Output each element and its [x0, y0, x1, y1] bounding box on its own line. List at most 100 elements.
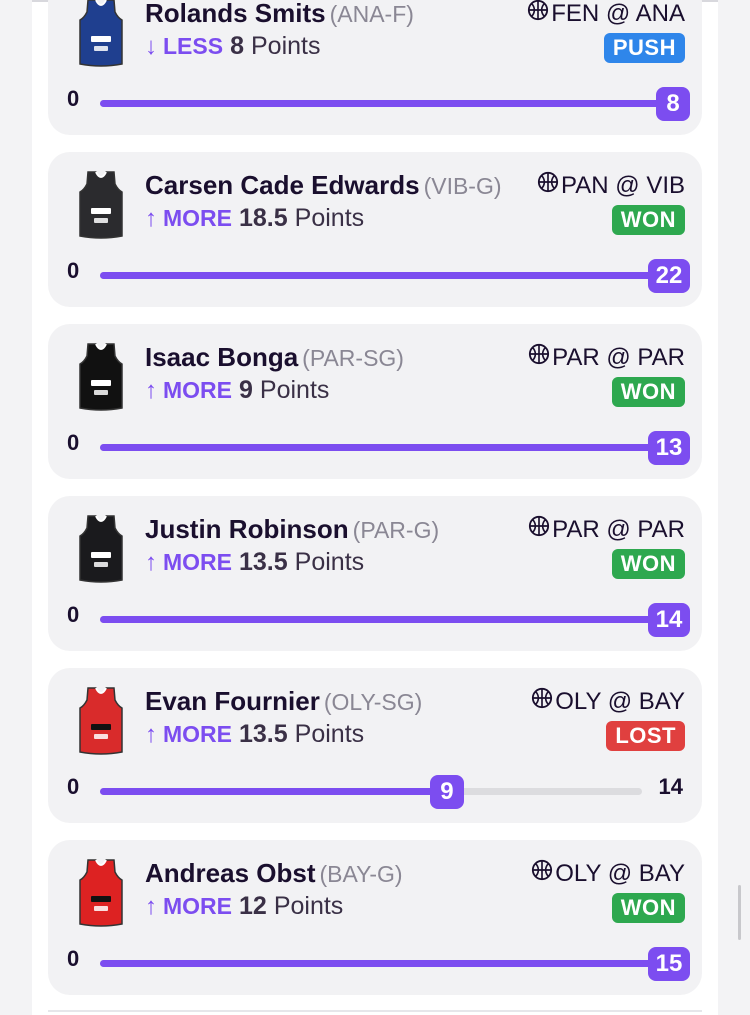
player-line: Andreas Obst (BAY-G) — [145, 858, 403, 889]
bar-min-label: 0 — [67, 258, 80, 283]
status-badge: LOST — [606, 721, 685, 751]
team-position: (BAY-G) — [319, 861, 403, 887]
progress-fill — [100, 960, 686, 967]
status-badge: WON — [611, 205, 685, 235]
stat-label: Points — [259, 376, 330, 404]
progress-track — [100, 788, 642, 795]
result-marker: 14 — [648, 603, 690, 637]
pick-line: ↓ LESS 8 Points — [145, 32, 320, 61]
basketball-icon — [527, 0, 551, 28]
player-line: Justin Robinson (PAR-G) — [145, 514, 439, 545]
team-position: (VIB-G) — [423, 173, 502, 199]
progress-fill — [100, 444, 686, 451]
line-value: 8 — [230, 32, 244, 60]
line-value: 9 — [239, 376, 253, 404]
matchup-label: FEN @ ANA — [551, 0, 685, 27]
line-value: 13.5 — [239, 720, 288, 748]
progress-fill — [100, 616, 686, 623]
scrollbar[interactable] — [738, 885, 741, 940]
pick-line: ↑ MORE 18.5 Points — [145, 204, 364, 233]
pick-card[interactable]: Isaac Bonga (PAR-SG) ↑ MORE 9 Points PAR … — [48, 324, 702, 479]
arrow-up-icon: ↑ — [145, 376, 157, 404]
progress-fill — [100, 100, 686, 107]
progress-track — [100, 444, 686, 451]
result-marker: 13 — [648, 431, 690, 465]
direction-label: MORE — [163, 893, 232, 919]
team-position: (PAR-SG) — [302, 345, 404, 371]
pick-card[interactable]: Evan Fournier (OLY-SG) ↑ MORE 13.5 Points… — [48, 668, 702, 823]
arrow-up-icon: ↑ — [145, 892, 157, 920]
result-marker: 22 — [648, 259, 690, 293]
player-line: Carsen Cade Edwards (VIB-G) — [145, 170, 502, 201]
pick-line: ↑ MORE 12 Points — [145, 892, 343, 921]
direction-label: MORE — [163, 205, 232, 231]
progress-fill — [100, 788, 447, 795]
direction-label: LESS — [163, 33, 224, 59]
stat-label: Points — [250, 32, 321, 60]
progress-fill — [100, 272, 686, 279]
basketball-icon — [531, 859, 555, 888]
bottom-divider — [48, 1010, 702, 1012]
pick-card[interactable]: Carsen Cade Edwards (VIB-G) ↑ MORE 18.5 P… — [48, 152, 702, 307]
player-name: Justin Robinson — [145, 514, 349, 544]
team-position: (PAR-G) — [352, 517, 440, 543]
result-marker: 9 — [429, 775, 464, 809]
arrow-up-icon: ↑ — [145, 720, 157, 748]
bar-min-label: 0 — [67, 430, 80, 455]
matchup-label: PAR @ PAR — [552, 515, 685, 543]
matchup: PAN @ VIB — [537, 171, 685, 200]
jersey-icon — [76, 858, 126, 928]
stat-label: Points — [294, 548, 365, 576]
basketball-icon — [537, 171, 561, 200]
progress-track — [100, 272, 686, 279]
stat-label: Points — [294, 204, 365, 232]
pick-line: ↑ MORE 13.5 Points — [145, 548, 364, 577]
pick-card[interactable]: Justin Robinson (PAR-G) ↑ MORE 13.5 Point… — [48, 496, 702, 651]
player-name: Rolands Smits — [145, 0, 326, 28]
jersey-icon — [76, 514, 126, 584]
pick-card[interactable]: Rolands Smits (ANA-F) ↓ LESS 8 Points FEN… — [48, 0, 702, 135]
matchup: OLY @ BAY — [531, 859, 685, 888]
status-badge: WON — [611, 549, 685, 579]
status-badge: PUSH — [603, 33, 685, 63]
arrow-up-icon: ↑ — [145, 548, 157, 576]
player-line: Evan Fournier (OLY-SG) — [145, 686, 422, 717]
bar-min-label: 0 — [67, 946, 80, 971]
arrow-down-icon: ↓ — [145, 32, 157, 60]
pick-line: ↑ MORE 9 Points — [145, 376, 329, 405]
stat-label: Points — [294, 720, 365, 748]
player-name: Evan Fournier — [145, 686, 320, 716]
team-position: (OLY-SG) — [323, 689, 423, 715]
bar-max-label: 14 — [658, 774, 683, 799]
progress-track — [100, 616, 686, 623]
matchup: OLY @ BAY — [531, 687, 685, 716]
jersey-icon — [76, 170, 126, 240]
status-badge: WON — [611, 893, 685, 923]
jersey-icon — [76, 342, 126, 412]
matchup-label: OLY @ BAY — [555, 687, 685, 715]
basketball-icon — [528, 515, 552, 544]
player-line: Isaac Bonga (PAR-SG) — [145, 342, 404, 373]
matchup: PAR @ PAR — [528, 343, 685, 372]
direction-label: MORE — [163, 377, 232, 403]
basketball-icon — [531, 687, 555, 716]
pick-card[interactable]: Andreas Obst (BAY-G) ↑ MORE 12 Points OLY… — [48, 840, 702, 995]
progress-track — [100, 960, 686, 967]
arrow-up-icon: ↑ — [145, 204, 157, 232]
stat-label: Points — [273, 892, 344, 920]
direction-label: MORE — [163, 721, 232, 747]
jersey-icon — [76, 0, 126, 68]
bar-min-label: 0 — [67, 86, 80, 111]
player-name: Isaac Bonga — [145, 342, 299, 372]
jersey-icon — [76, 686, 126, 756]
player-line: Rolands Smits (ANA-F) — [145, 0, 414, 29]
matchup: FEN @ ANA — [527, 0, 685, 28]
pick-line: ↑ MORE 13.5 Points — [145, 720, 364, 749]
line-value: 18.5 — [239, 204, 288, 232]
player-name: Andreas Obst — [145, 858, 316, 888]
player-name: Carsen Cade Edwards — [145, 170, 420, 200]
team-position: (ANA-F) — [329, 1, 414, 27]
result-marker: 15 — [648, 947, 690, 981]
result-marker: 8 — [656, 87, 690, 121]
bar-min-label: 0 — [67, 774, 80, 799]
